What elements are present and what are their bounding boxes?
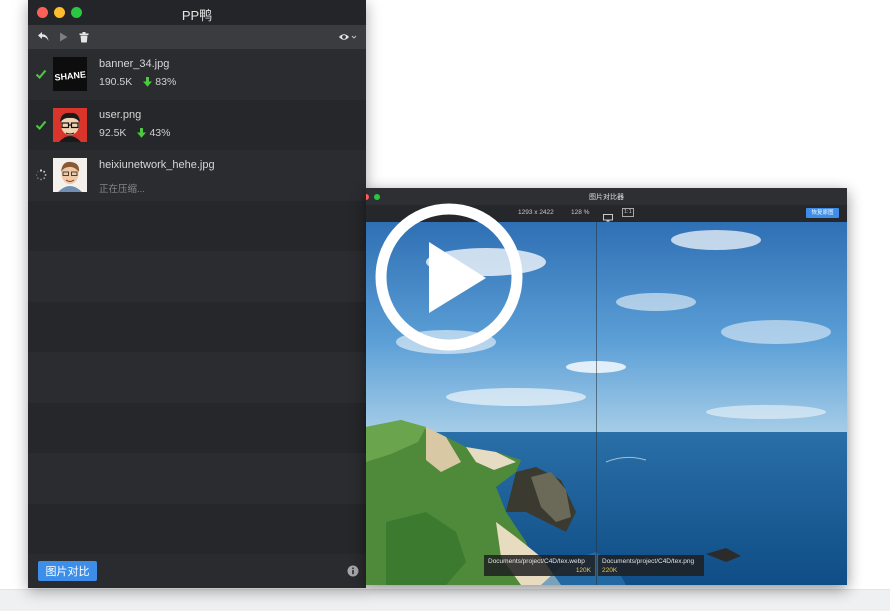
loading-spinner-icon	[35, 168, 49, 182]
right-image-path: Documents/project/C4D/tex.png	[602, 558, 695, 565]
file-row[interactable]: heixiunetwork_hehe.jpg 正在压缩...	[28, 150, 366, 201]
compare-title: 图片对比器	[589, 194, 624, 201]
empty-row	[28, 402, 366, 453]
empty-row	[28, 453, 366, 504]
title-bar: PP鸭	[28, 0, 366, 25]
file-name: user.png	[99, 108, 142, 121]
file-row[interactable]: user.png 92.5K 43%	[28, 99, 366, 150]
empty-row	[28, 251, 366, 302]
empty-row	[28, 200, 366, 251]
empty-row	[28, 503, 366, 554]
file-saved-percent: 83%	[155, 76, 177, 88]
file-row[interactable]: SHANE banner_34.jpg 190.5K 83%	[28, 49, 366, 100]
right-image-size: 220K	[602, 567, 618, 574]
file-thumbnail	[53, 158, 87, 192]
page-bottom-strip	[0, 589, 890, 611]
actual-size-button[interactable]: 1:1	[622, 208, 634, 217]
file-meta: 190.5K 83%	[99, 76, 176, 88]
footer-bar: 图片对比	[28, 554, 366, 588]
file-size: 190.5K	[99, 76, 133, 88]
compare-images-button[interactable]: 图片对比	[38, 561, 97, 581]
left-image-path: Documents/project/C4D/tex.webp	[488, 558, 585, 565]
zoom-level[interactable]: 128 %	[571, 209, 589, 216]
app-title: PP鸭	[181, 8, 213, 23]
file-name: banner_34.jpg	[99, 58, 170, 70]
eye-icon[interactable]	[337, 29, 359, 45]
info-icon[interactable]	[347, 564, 359, 577]
down-arrow-icon	[143, 77, 153, 87]
file-saved-percent: 43%	[149, 126, 171, 139]
undo-icon[interactable]	[36, 29, 50, 45]
check-icon	[35, 118, 49, 132]
compare-divider[interactable]	[596, 222, 597, 585]
empty-row	[28, 352, 366, 403]
empty-row	[28, 301, 366, 352]
file-size: 92.5K	[99, 126, 127, 139]
play-circle-icon[interactable]	[374, 202, 524, 352]
down-arrow-icon	[137, 127, 147, 138]
compressing-status: 正在压缩...	[99, 184, 145, 195]
left-image-size: 120K	[575, 567, 591, 574]
toolbar	[28, 25, 366, 49]
file-name: heixiunetwork_hehe.jpg	[99, 159, 215, 171]
file-list: SHANE banner_34.jpg 190.5K 83% user.png …	[28, 49, 366, 554]
play-icon[interactable]	[57, 29, 69, 45]
restore-original-button[interactable]: 恢复原图	[806, 208, 839, 218]
right-image-info: Documents/project/C4D/tex.png 220K	[598, 555, 704, 576]
file-thumbnail	[53, 107, 87, 142]
app-window: PP鸭 SHANE banner_34.jpg 190.5K 83% user.…	[28, 0, 366, 588]
file-thumbnail: SHANE	[53, 57, 87, 91]
left-image-info: Documents/project/C4D/tex.webp 120K	[484, 555, 595, 576]
trash-icon[interactable]	[78, 29, 90, 45]
file-meta: 92.5K 43%	[99, 127, 170, 139]
check-icon	[35, 67, 49, 81]
